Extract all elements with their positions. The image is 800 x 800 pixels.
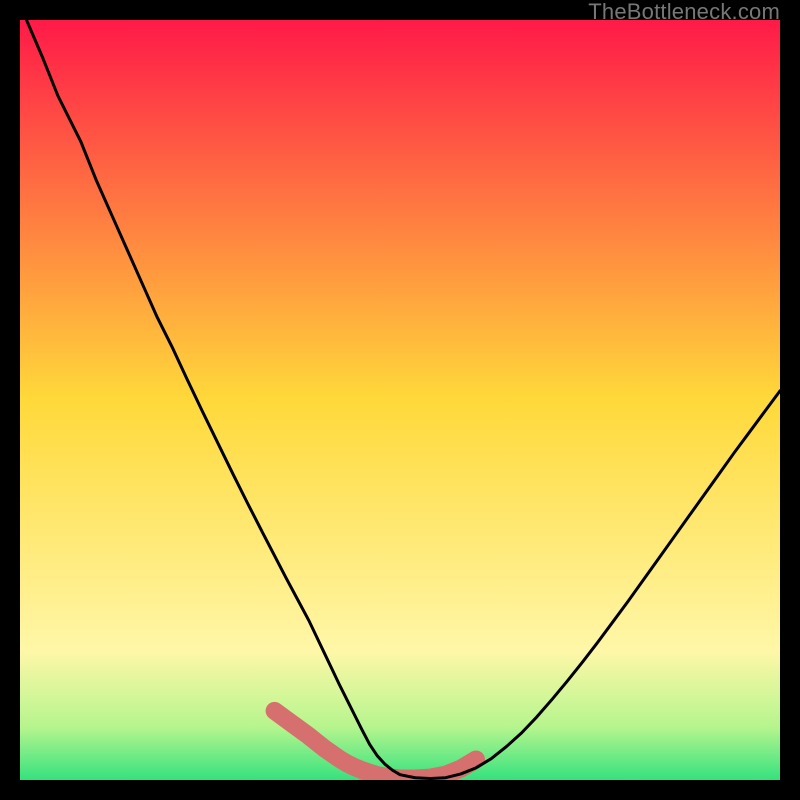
gradient-background: [20, 20, 780, 780]
bottleneck-curve-chart: [20, 20, 780, 780]
plot-area: [20, 20, 780, 780]
chart-frame: TheBottleneck.com: [0, 0, 800, 800]
watermark-text: TheBottleneck.com: [588, 0, 780, 25]
